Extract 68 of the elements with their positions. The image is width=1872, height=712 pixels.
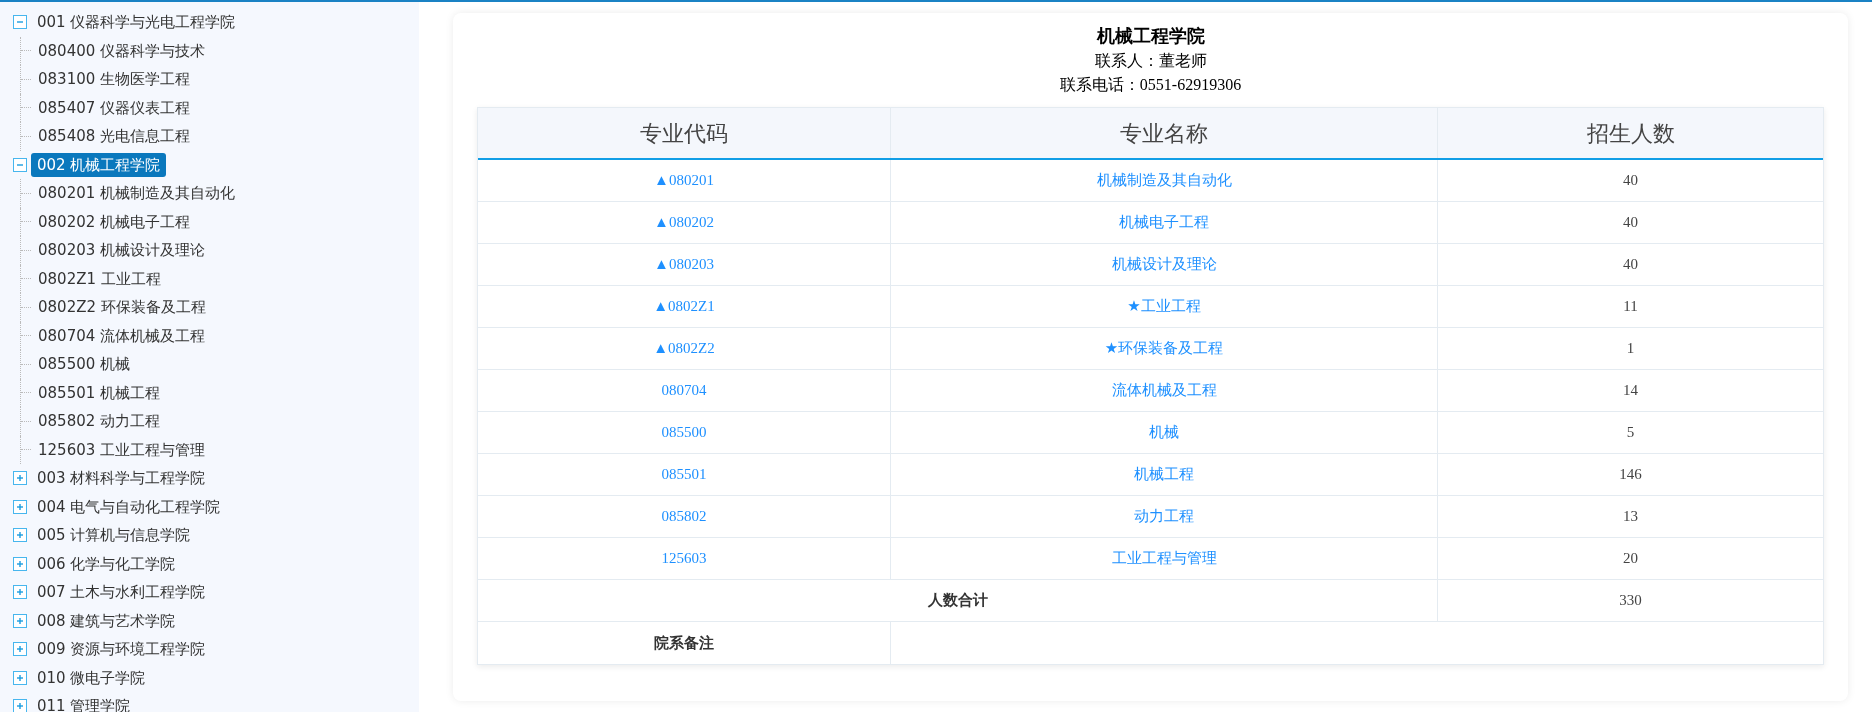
tree-connector [20, 293, 32, 322]
table-cell: 14 [1437, 370, 1823, 411]
table-cell: 146 [1437, 454, 1823, 495]
expand-icon[interactable] [13, 642, 27, 657]
tree-item[interactable]: 004 电气与自动化工程学院 [31, 494, 227, 519]
table-cell: 1 [1437, 328, 1823, 369]
tree-item[interactable]: 083100 生物医学工程 [32, 68, 197, 91]
tree-connector [20, 350, 32, 379]
tree-connector [20, 264, 32, 293]
tree-connector [20, 236, 32, 265]
tree-item[interactable]: 085501 机械工程 [32, 381, 167, 404]
tree-item[interactable]: 003 材料科学与工程学院 [31, 466, 212, 491]
total-label: 人数合计 [926, 590, 989, 612]
expand-icon[interactable] [13, 499, 27, 514]
contact-person: 联系人：董老师 [1094, 50, 1207, 72]
tree-item[interactable]: 007 土木与水利工程学院 [31, 580, 212, 605]
table-cell: 40 [1437, 160, 1823, 201]
expand-icon[interactable] [13, 699, 27, 712]
table-cell: 13 [1437, 496, 1823, 537]
total-value: 330 [1437, 580, 1823, 621]
expand-icon[interactable] [13, 670, 27, 685]
expand-icon[interactable] [13, 528, 27, 543]
tree-connector [20, 378, 32, 407]
expand-icon[interactable] [13, 556, 27, 571]
tree-item[interactable]: 080400 仪器科学与技术 [32, 39, 212, 62]
college-title: 机械工程学院 [1096, 24, 1205, 48]
tree-item[interactable]: 085802 动力工程 [32, 410, 167, 433]
remark-label: 院系备注 [653, 632, 715, 654]
tree-item[interactable]: 080704 流体机械及工程 [32, 324, 212, 347]
tree-item[interactable]: 005 计算机与信息学院 [31, 523, 197, 548]
tree-connector [20, 321, 32, 350]
tree-item[interactable]: 085500 机械 [32, 353, 137, 376]
table-cell: 20 [1437, 538, 1823, 579]
tree-connector [20, 435, 32, 464]
expand-icon[interactable] [13, 613, 27, 628]
expand-icon[interactable] [13, 585, 27, 600]
tree-connector [20, 407, 32, 436]
tree-connector [20, 65, 32, 94]
tree-item[interactable]: 085408 光电信息工程 [32, 125, 197, 148]
tree-connector [20, 207, 32, 236]
tree-connector [20, 93, 32, 122]
tree-connector [20, 36, 32, 65]
expand-icon[interactable] [13, 471, 27, 486]
tree-item[interactable]: 002 机械工程学院 [31, 152, 167, 177]
table-cell: 11 [1437, 286, 1823, 327]
tree-item[interactable]: 006 化学与化工学院 [31, 551, 182, 576]
tree-item[interactable]: 0802Z1 工业工程 [32, 267, 167, 290]
table-cell: 40 [1437, 244, 1823, 285]
table-cell: 40 [1437, 202, 1823, 243]
tree-item[interactable]: 008 建筑与艺术学院 [31, 608, 182, 633]
contact-phone: 联系电话：0551-62919306 [1059, 75, 1242, 95]
table-cell: 5 [1437, 412, 1823, 453]
tree-item[interactable]: 080202 机械电子工程 [32, 210, 197, 233]
column-header: 专业名称 [890, 108, 1437, 158]
column-header: 专业代码 [639, 119, 729, 148]
collapse-icon[interactable] [13, 157, 27, 172]
column-header: 招生人数 [1437, 108, 1823, 158]
tree-item[interactable]: 085407 仪器仪表工程 [32, 96, 197, 119]
tree-connector [20, 122, 32, 151]
tree-item[interactable]: 080201 机械制造及其自动化 [32, 182, 242, 205]
tree-connector [20, 179, 32, 208]
tree-item[interactable]: 125603 工业工程与管理 [32, 438, 212, 461]
tree-item[interactable]: 001 仪器科学与光电工程学院 [31, 10, 242, 35]
tree-item[interactable]: 009 资源与环境工程学院 [31, 637, 212, 662]
collapse-icon[interactable] [13, 15, 27, 30]
tree-item[interactable]: 0802Z2 环保装备及工程 [32, 296, 212, 319]
tree-item[interactable]: 080203 机械设计及理论 [32, 239, 212, 262]
tree-item[interactable]: 010 微电子学院 [31, 665, 152, 690]
